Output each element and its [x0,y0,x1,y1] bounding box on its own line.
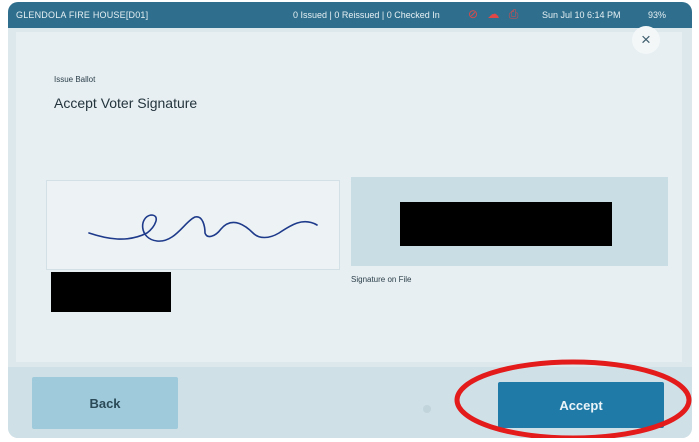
tablet-screen: GLENDOLA FIRE HOUSE[D01] 0 Issued | 0 Re… [8,2,692,438]
status-datetime: Sun Jul 10 6:14 PM [542,10,621,20]
printer-icon: ⎙ [508,7,519,21]
page-title: Accept Voter Signature [54,95,198,111]
polling-location: GLENDOLA FIRE HOUSE[D01] [16,10,149,20]
signature-pad[interactable] [46,180,340,270]
status-bar: GLENDOLA FIRE HOUSE[D01] 0 Issued | 0 Re… [8,2,692,28]
no-sync-icon: ⊘ [468,7,479,21]
voter-signature-stroke [88,214,318,242]
close-button[interactable]: × [632,26,660,54]
status-icons: ⊘ ☁ ⎙ [468,7,524,22]
ballot-counts: 0 Issued | 0 Reissued | 0 Checked In [293,10,440,20]
back-button[interactable]: Back [32,377,178,429]
redacted-file-signature [400,202,612,246]
home-indicator [423,405,431,413]
accept-button[interactable]: Accept [498,382,664,428]
signature-on-file-label: Signature on File [351,275,412,284]
cloud-icon: ☁ [487,7,500,21]
redacted-voter-name [51,272,171,312]
battery-level: 93% [648,10,667,20]
breadcrumb: Issue Ballot [54,75,96,84]
